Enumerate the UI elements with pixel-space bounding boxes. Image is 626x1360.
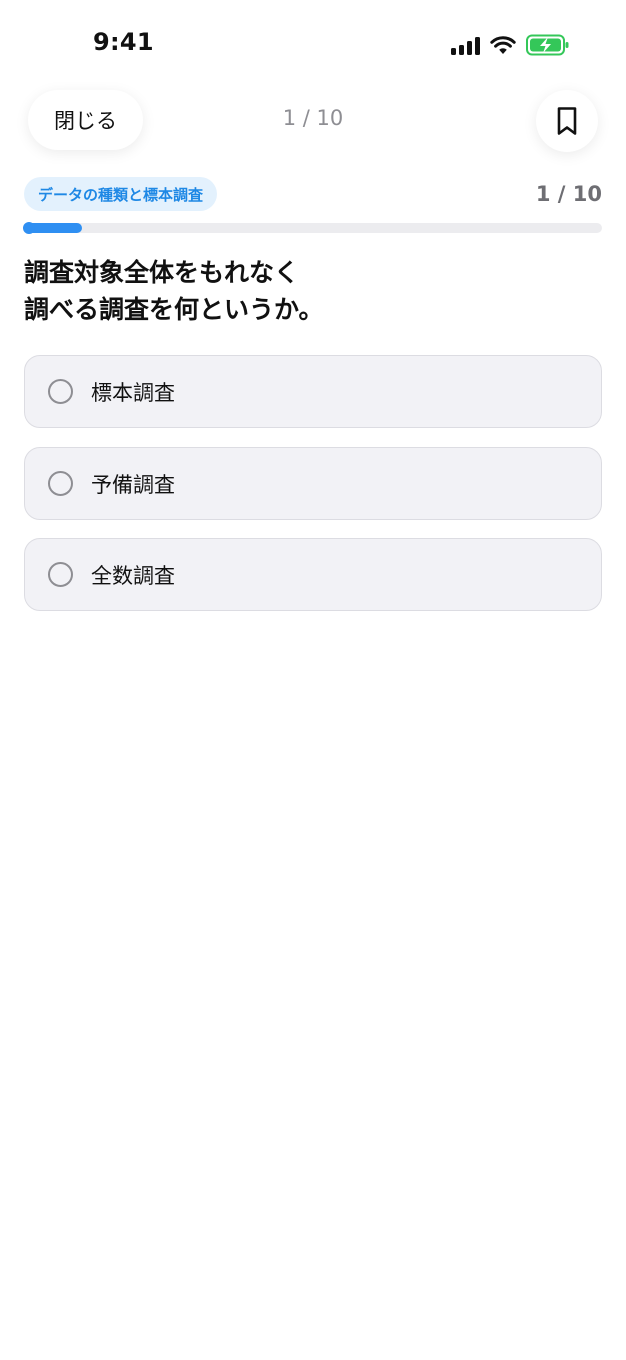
progress-bar [24, 223, 602, 233]
bookmark-icon [557, 107, 577, 135]
question-line: 調査対象全体をもれなく [24, 258, 300, 287]
cellular-signal-icon [451, 35, 480, 55]
question-counter: 1 / 10 [282, 106, 344, 130]
answer-option-label: 全数調査 [91, 563, 175, 588]
bookmark-button[interactable] [536, 90, 598, 152]
answer-option[interactable]: 全数調査 [24, 538, 602, 611]
question-text: 調査対象全体をもれなく 調べる調査を何というか。 [24, 254, 584, 328]
wifi-icon [490, 35, 516, 55]
question-line: 調べる調査を何というか。 [24, 295, 324, 324]
status-time: 9:41 [93, 28, 154, 56]
radio-icon[interactable] [48, 562, 73, 587]
answer-option-label: 標本調査 [91, 380, 175, 405]
battery-charging-icon [526, 34, 570, 56]
progress-indicator-dot [23, 222, 35, 234]
radio-icon[interactable] [48, 379, 73, 404]
category-chip: データの種類と標本調査 [24, 177, 218, 211]
status-icons [451, 34, 570, 56]
answer-option[interactable]: 予備調査 [24, 447, 602, 520]
answer-option-label: 予備調査 [91, 472, 175, 497]
progress-label: 1 / 10 [535, 182, 602, 206]
quiz-screen: 9:41 閉じる 1 / 10 データの種類と標本調査 1 / 10 調査対象全… [0, 0, 626, 1360]
radio-icon[interactable] [48, 471, 73, 496]
answer-option[interactable]: 標本調査 [24, 355, 602, 428]
